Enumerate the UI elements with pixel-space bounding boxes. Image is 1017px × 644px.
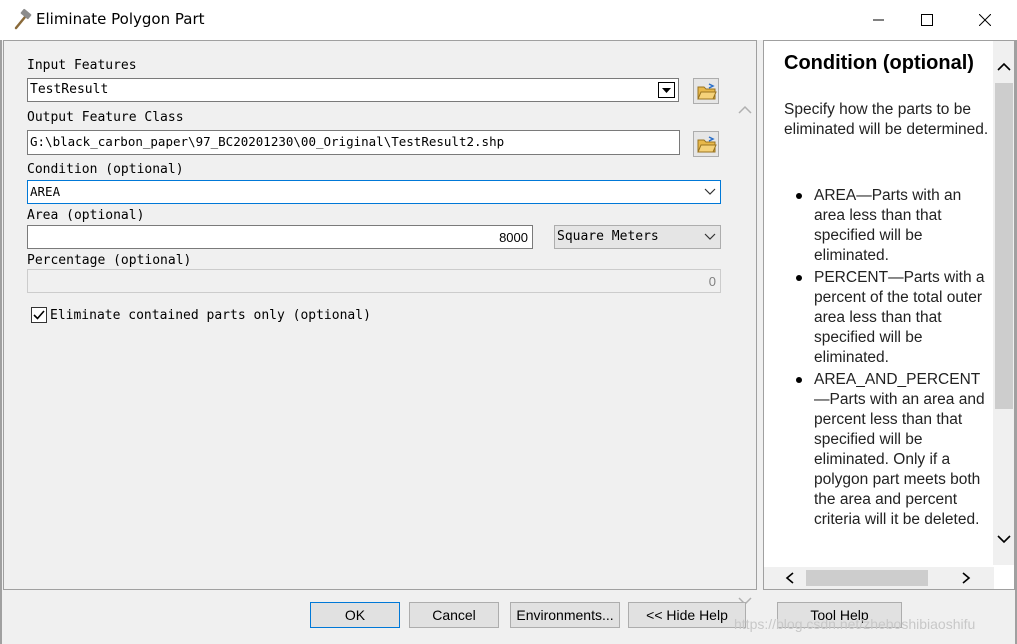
help-intro: Specify how the parts to be eliminated w…: [784, 101, 989, 138]
close-button[interactable]: [962, 0, 1008, 40]
window-title: Eliminate Polygon Part: [36, 10, 205, 28]
help-horizontal-scroll-thumb[interactable]: [806, 570, 928, 586]
eliminate-contained-checkbox[interactable]: [31, 307, 47, 323]
area-label: Area (optional): [27, 208, 145, 223]
help-panel[interactable]: Condition (optional) Specify how the par…: [763, 40, 1015, 590]
chevron-up-icon[interactable]: [996, 61, 1012, 73]
help-option-list: AREA—Parts with an area less than that s…: [796, 186, 994, 532]
cancel-button[interactable]: Cancel: [409, 602, 499, 628]
help-option-percent: PERCENT—Parts with a percent of the tota…: [796, 268, 994, 368]
help-vertical-scrollbar[interactable]: [993, 41, 1014, 565]
close-icon: [979, 14, 991, 26]
hide-help-button[interactable]: << Hide Help: [628, 602, 746, 628]
checkmark-icon: [33, 310, 45, 320]
main-scroll-up-button[interactable]: [737, 103, 753, 121]
open-folder-icon: [697, 83, 717, 100]
output-feature-class-input[interactable]: G:\black_carbon_paper\97_BC20201230\00_O…: [27, 130, 680, 155]
help-option-area: AREA—Parts with an area less than that s…: [796, 186, 994, 266]
input-features-browse-button[interactable]: [693, 78, 719, 104]
chevron-down-icon: [704, 188, 716, 195]
maximize-button[interactable]: [904, 0, 950, 40]
percentage-label: Percentage (optional): [27, 253, 192, 268]
help-option-area-and-percent: AREA_AND_PERCENT—Parts with an area and …: [796, 370, 994, 530]
chevron-down-icon[interactable]: [996, 533, 1012, 545]
output-feature-class-browse-button[interactable]: [693, 131, 719, 157]
percentage-value: 0: [708, 274, 716, 289]
environments-button[interactable]: Environments...: [510, 602, 620, 628]
area-unit-select[interactable]: Square Meters: [554, 225, 721, 249]
condition-value: AREA: [30, 184, 61, 199]
hammer-icon: [10, 8, 34, 32]
area-value: 8000: [499, 230, 528, 245]
condition-select[interactable]: AREA: [27, 180, 721, 204]
chevron-up-icon: [738, 105, 752, 114]
condition-label: Condition (optional): [27, 162, 184, 177]
minimize-button[interactable]: [856, 0, 902, 40]
percentage-input[interactable]: 0: [27, 269, 721, 293]
area-unit-value: Square Meters: [557, 229, 659, 244]
chevron-down-icon: [704, 233, 716, 240]
minimize-icon: [873, 19, 884, 21]
help-title: Condition (optional): [784, 52, 974, 74]
help-horizontal-scrollbar[interactable]: [764, 567, 994, 589]
eliminate-contained-label: Eliminate contained parts only (optional…: [50, 308, 371, 323]
input-features-label: Input Features: [27, 58, 137, 73]
open-folder-icon: [697, 136, 717, 153]
title-bar[interactable]: Eliminate Polygon Part: [0, 0, 1017, 40]
parameters-panel: Input Features TestResult Output Feature…: [3, 40, 757, 606]
input-features-dropdown-button[interactable]: [658, 82, 675, 98]
output-feature-class-value: G:\black_carbon_paper\97_BC20201230\00_O…: [30, 134, 505, 149]
window-frame-left: [0, 40, 2, 644]
ok-button[interactable]: OK: [310, 602, 400, 628]
area-input[interactable]: 8000: [27, 225, 533, 249]
help-vertical-scroll-thumb[interactable]: [995, 83, 1013, 409]
input-features-value: TestResult: [30, 82, 109, 97]
maximize-icon: [921, 14, 933, 26]
output-feature-class-label: Output Feature Class: [27, 110, 184, 125]
chevron-right-icon[interactable]: [960, 571, 972, 585]
watermark: https://blog.csdn.net/zheboshibiaoshifu: [734, 616, 976, 632]
triangle-down-icon: [662, 88, 671, 93]
chevron-left-icon[interactable]: [784, 571, 796, 585]
input-features-combo[interactable]: TestResult: [27, 78, 679, 102]
